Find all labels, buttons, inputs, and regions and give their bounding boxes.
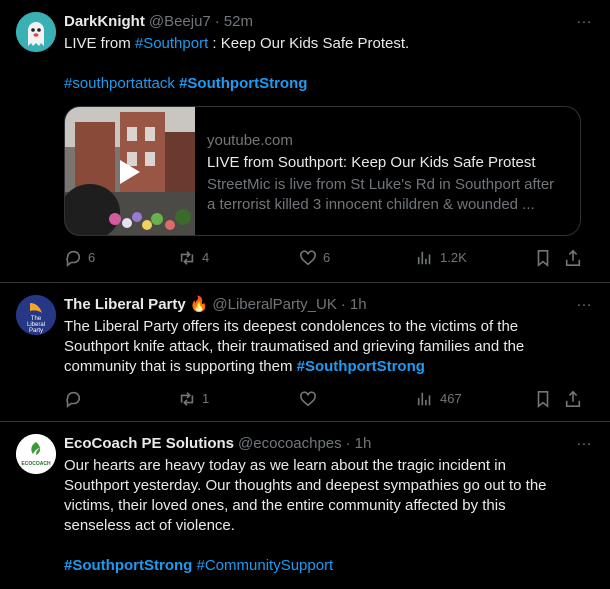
svg-text:Party: Party [29, 328, 43, 334]
user-handle[interactable]: @ecocoachpes [238, 434, 342, 454]
avatar[interactable]: The Liberal Party [16, 295, 56, 335]
views-button[interactable]: 1.2K [416, 248, 467, 268]
post-text: LIVE from #Southport : Keep Our Kids Saf… [64, 34, 594, 94]
post-ecocoach[interactable]: ECOCOACH ··· EcoCoach PE Solutions @ecoc… [0, 422, 610, 589]
heart-icon [299, 391, 317, 407]
separator-dot: · [340, 296, 346, 313]
views-icon [417, 251, 431, 265]
card-desc-line: a terrorist killed 3 innocent children &… [207, 196, 535, 213]
post-time[interactable]: 1h [350, 295, 367, 315]
liberal-party-logo-icon: The Liberal Party [16, 295, 56, 335]
reply-count: 6 [88, 250, 96, 265]
fire-emoji-icon: 🔥 [189, 296, 209, 313]
views-icon [417, 392, 431, 406]
repost-count: 1 [202, 391, 210, 406]
reply-icon [66, 391, 81, 408]
hashtag-link[interactable]: #SouthportStrong [297, 358, 425, 375]
like-count: 6 [323, 250, 331, 265]
reply-button[interactable] [64, 390, 88, 408]
hashtag-link[interactable]: #Southport [135, 35, 208, 52]
text-line: Southport knife attack, their traumatise… [64, 338, 525, 355]
views-count: 467 [440, 391, 462, 406]
avatar[interactable]: ECOCOACH [16, 434, 56, 474]
svg-text:ECOCOACH: ECOCOACH [21, 461, 51, 467]
display-name[interactable]: The Liberal Party [64, 295, 186, 315]
more-options-icon[interactable]: ··· [574, 434, 594, 454]
text-line: The Liberal Party offers its deepest con… [64, 318, 519, 335]
like-button[interactable] [299, 390, 323, 408]
more-options-icon[interactable]: ··· [574, 12, 594, 32]
post-header: EcoCoach PE Solutions @ecocoachpes · 1h [64, 434, 594, 454]
action-bar: 6 4 6 1.2K [64, 248, 584, 268]
post-time[interactable]: 52m [224, 12, 253, 32]
link-preview-card[interactable]: youtube.com LIVE from Southport: Keep Ou… [64, 106, 581, 236]
repost-icon [180, 251, 194, 265]
ghost-avatar-icon [16, 12, 56, 52]
bookmark-icon [537, 249, 549, 267]
repost-button[interactable]: 4 [178, 248, 209, 268]
play-icon[interactable] [118, 159, 142, 185]
post-header: The Liberal Party 🔥 @LiberalParty_UK · 1… [64, 295, 594, 315]
card-domain: youtube.com [207, 132, 293, 149]
ecocoach-logo-icon: ECOCOACH [16, 434, 56, 474]
views-button[interactable]: 467 [416, 389, 462, 409]
text-line: senseless act of violence. [64, 517, 235, 534]
post-time[interactable]: 1h [355, 434, 372, 454]
display-name[interactable]: DarkKnight [64, 12, 145, 32]
share-button[interactable] [564, 390, 582, 408]
avatar[interactable] [16, 12, 56, 52]
more-options-icon[interactable]: ··· [574, 295, 594, 315]
bookmark-icon [537, 390, 549, 408]
post-liberal-party[interactable]: The Liberal Party ··· The Liberal Party … [0, 283, 610, 422]
reply-button[interactable]: 6 [64, 248, 95, 268]
post-text: The Liberal Party offers its deepest con… [64, 317, 594, 377]
share-button[interactable] [564, 249, 582, 267]
text-segment: LIVE from [64, 35, 135, 52]
text-segment: : Keep Our Kids Safe Protest. [208, 35, 410, 52]
card-desc-line: StreetMic is live from St Luke's Rd in S… [207, 176, 555, 193]
user-handle[interactable]: @Beeju7 [149, 12, 211, 32]
card-title: LIVE from Southport: Keep Our Kids Safe … [207, 154, 536, 171]
like-button[interactable]: 6 [299, 248, 330, 268]
text-line: victims, their loved ones, and the entir… [64, 497, 506, 514]
video-thumbnail[interactable] [65, 107, 195, 235]
text-line: Southport yesterday. Our thoughts and de… [64, 477, 547, 494]
heart-icon [299, 250, 317, 266]
separator-dot: · [214, 13, 220, 30]
bookmark-button[interactable] [534, 249, 552, 267]
card-description: StreetMic is live from St Luke's Rd in S… [207, 175, 568, 215]
timeline-feed: ··· DarkKnight @Beeju7 · 52m LIVE from #… [0, 0, 610, 589]
hashtag-link[interactable]: #SouthportStrong [179, 75, 307, 92]
repost-icon [180, 392, 194, 406]
post-header: DarkKnight @Beeju7 · 52m [64, 12, 594, 32]
text-segment: community that is supporting them [64, 358, 297, 375]
card-text: youtube.com LIVE from Southport: Keep Ou… [195, 107, 580, 235]
post-darkknight[interactable]: ··· DarkKnight @Beeju7 · 52m LIVE from #… [0, 0, 610, 283]
hashtag-link[interactable]: #CommunitySupport [197, 557, 334, 574]
hashtag-link[interactable]: #southportattack [64, 75, 175, 92]
share-icon [565, 390, 581, 408]
share-icon [565, 249, 581, 267]
text-line: Our hearts are heavy today as we learn a… [64, 457, 506, 474]
hashtag-link[interactable]: #SouthportStrong [64, 557, 192, 574]
repost-count: 4 [202, 250, 210, 265]
user-handle[interactable]: @LiberalParty_UK [212, 295, 336, 315]
repost-button[interactable]: 1 [178, 389, 209, 409]
reply-icon [66, 250, 81, 267]
separator-dot: · [345, 435, 351, 452]
action-bar: 1 467 [64, 389, 584, 409]
views-count: 1.2K [440, 250, 467, 265]
bookmark-button[interactable] [534, 390, 552, 408]
post-text: Our hearts are heavy today as we learn a… [64, 456, 594, 576]
display-name[interactable]: EcoCoach PE Solutions [64, 434, 234, 454]
